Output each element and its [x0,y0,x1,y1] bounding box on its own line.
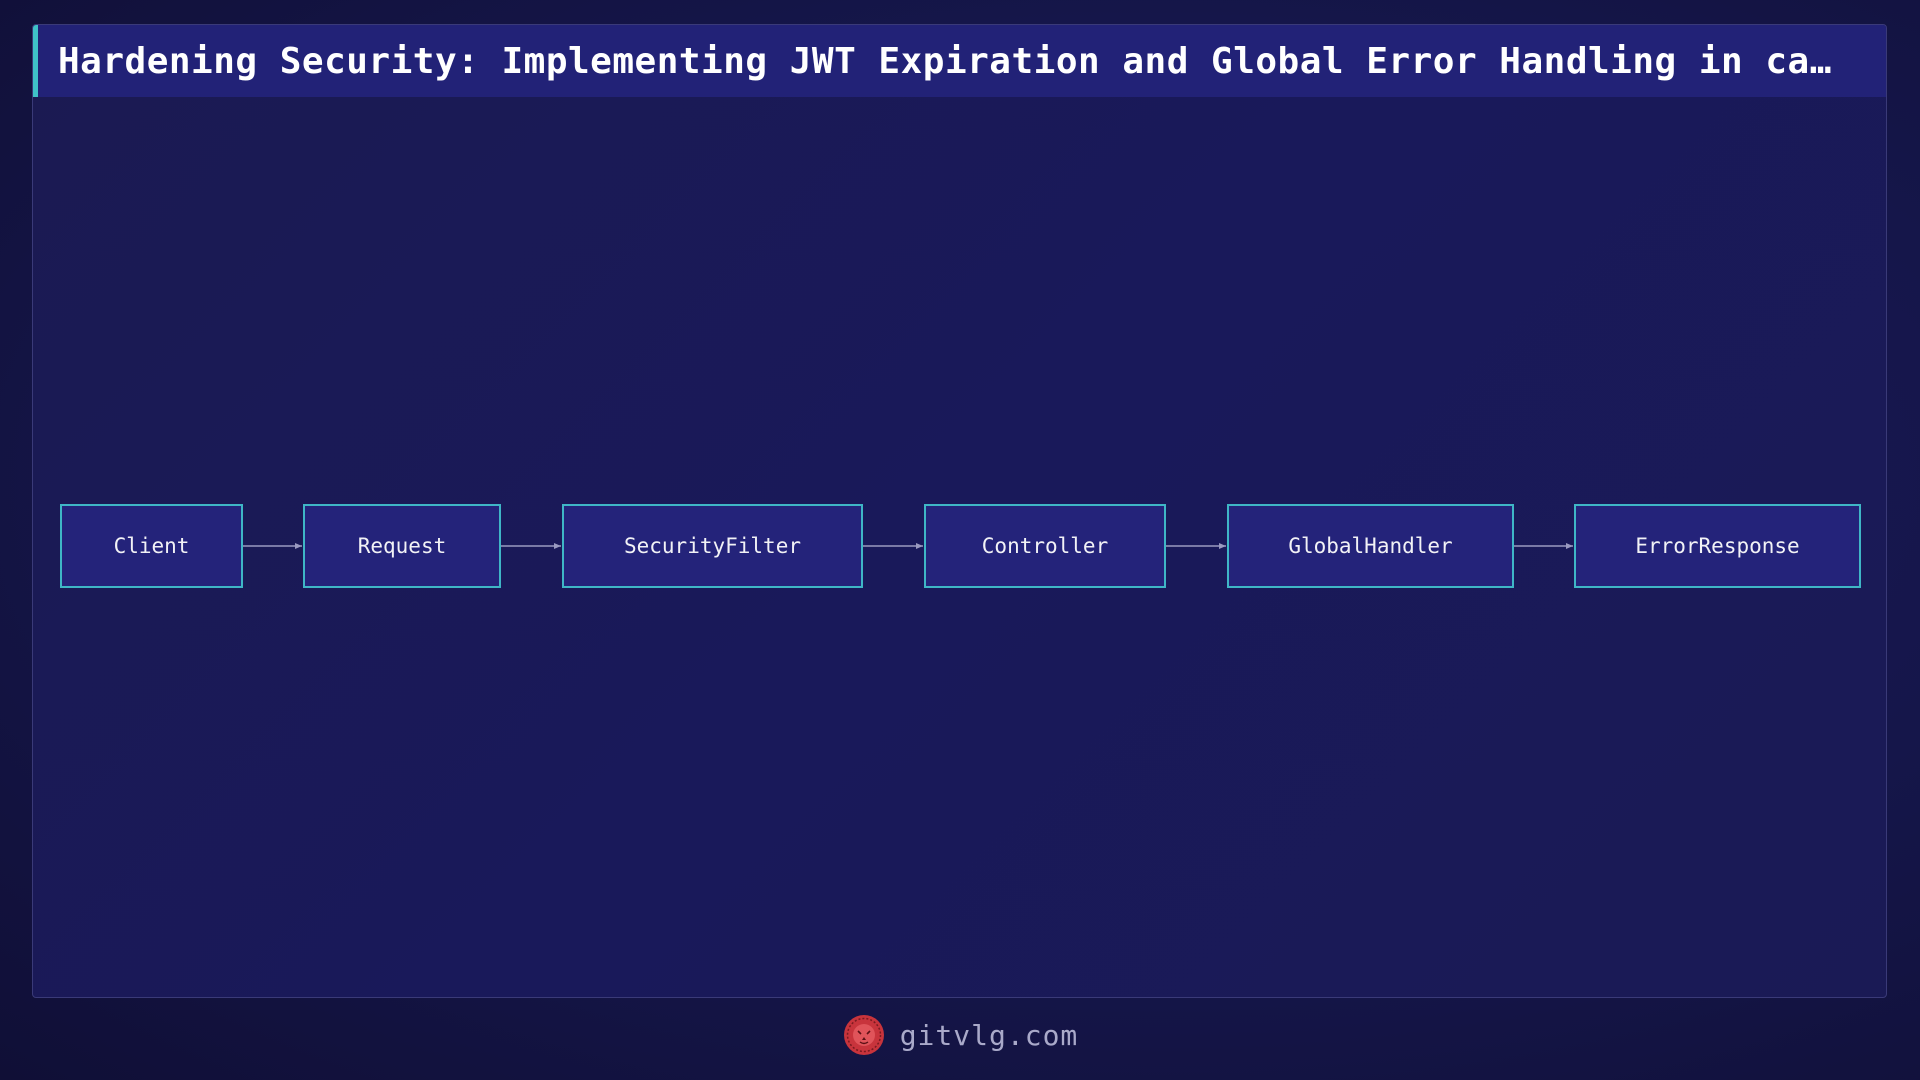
node-security-filter: SecurityFilter [562,504,863,588]
node-client: Client [60,504,243,588]
footer: gitvlg.com [0,1010,1920,1060]
title-bar: Hardening Security: Implementing JWT Exp… [33,25,1886,97]
node-request: Request [303,504,501,588]
lion-icon [843,1015,884,1055]
footer-site-link[interactable]: gitvlg.com [900,1019,1079,1052]
node-controller: Controller [924,504,1166,588]
node-global-handler: GlobalHandler [1227,504,1514,588]
page-title: Hardening Security: Implementing JWT Exp… [58,40,1832,82]
node-error-response: ErrorResponse [1574,504,1861,588]
